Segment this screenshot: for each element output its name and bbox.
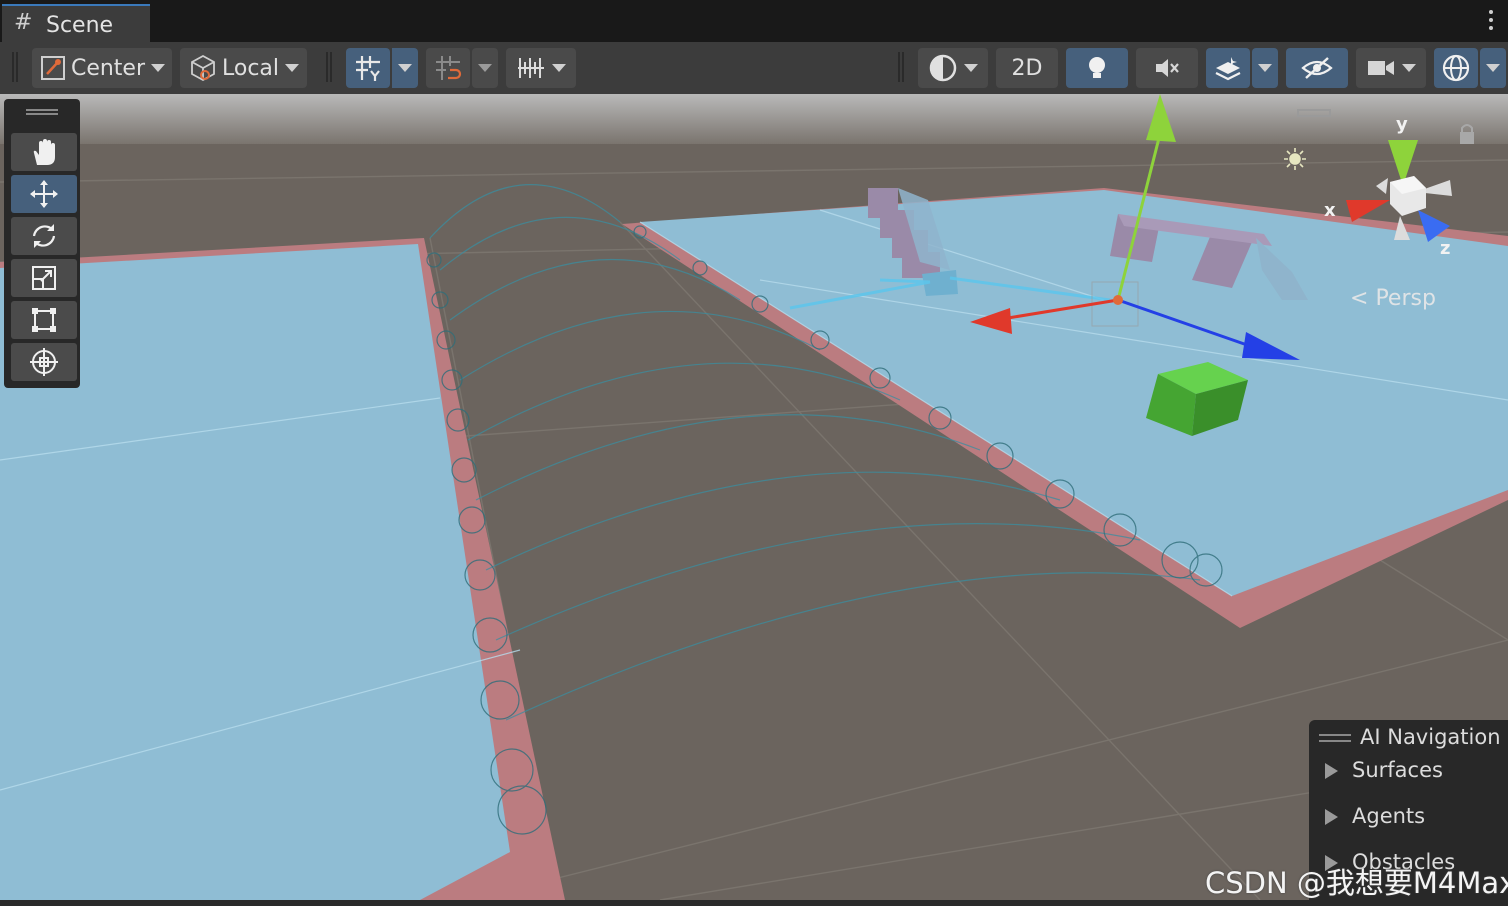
expand-arrow-icon [1325, 809, 1338, 825]
grid-snap-icon [436, 56, 462, 80]
shading-sphere-icon [929, 54, 957, 82]
gizmo-globe-icon [1442, 54, 1470, 82]
increment-snap-icon [518, 58, 544, 78]
ai-navigation-item-label: Surfaces [1352, 758, 1443, 782]
pivot-rotation-dropdown[interactable]: Local [180, 48, 307, 88]
grid-hash-icon: # [14, 10, 33, 35]
chevron-down-icon [478, 64, 492, 72]
tab-bar: # Scene [0, 0, 1508, 42]
grid-options-dropdown[interactable] [392, 48, 418, 88]
lock-icon[interactable] [1460, 124, 1474, 144]
grid-y-icon [356, 56, 380, 81]
scene-visibility-button[interactable] [1286, 48, 1348, 88]
grid-snapping-button[interactable] [426, 48, 470, 88]
overlay-drag-handle[interactable] [1319, 734, 1351, 742]
chevron-down-icon [285, 64, 300, 72]
toolbar-grip [898, 52, 904, 82]
pivot-mode-dropdown[interactable]: Center [32, 48, 172, 88]
pivot-mode-label: Center [70, 55, 146, 81]
scale-icon [32, 266, 56, 290]
tools-overlay [4, 99, 80, 388]
scene-render [0, 94, 1508, 900]
scene-viewport[interactable] [0, 94, 1508, 900]
gizmos-dropdown[interactable] [1480, 48, 1506, 88]
toggle-2d-label: 2D [1011, 55, 1043, 81]
toolbar-grip [12, 52, 18, 82]
rotate-tool-button[interactable] [11, 217, 77, 255]
draw-mode-dropdown[interactable] [918, 48, 988, 88]
local-cube-icon [191, 54, 215, 82]
scene-lighting-button[interactable] [1066, 48, 1128, 88]
grid-snapping-dropdown[interactable] [472, 48, 498, 88]
scene-audio-button[interactable] [1136, 48, 1198, 88]
chevron-down-icon [151, 64, 166, 72]
rect-tool-button[interactable] [11, 301, 77, 339]
increment-snap-dropdown[interactable] [506, 48, 576, 88]
gizmo-axis-x-label[interactable]: x [1324, 200, 1336, 221]
gizmo-axis-y-label[interactable]: y [1396, 114, 1408, 135]
chevron-down-icon [398, 64, 412, 72]
lightbulb-icon [1089, 57, 1105, 78]
overlay-drag-handle[interactable] [26, 109, 58, 115]
toolbar-grip [326, 52, 332, 82]
move-tool-button[interactable] [11, 175, 77, 213]
perspective-chevron-icon: < [1350, 286, 1376, 311]
watermark-text: CSDN @我想要M4Max [1205, 866, 1508, 900]
ai-navigation-item-surfaces[interactable]: Surfaces [1325, 758, 1443, 782]
pivot-rotation-label: Local [221, 55, 280, 81]
chevron-down-icon [1402, 64, 1416, 72]
move-arrows-icon [30, 180, 58, 208]
scene-effects-button[interactable] [1206, 48, 1250, 88]
projection-label: Persp [1375, 286, 1436, 311]
video-camera-icon [1368, 61, 1394, 75]
expand-arrow-icon [1325, 763, 1338, 779]
ai-navigation-item-agents[interactable]: Agents [1325, 804, 1425, 828]
chevron-down-icon [1486, 64, 1500, 72]
tab-scene-label: Scene [46, 13, 114, 38]
effects-layers-icon [1215, 57, 1241, 81]
transform-tool-button[interactable] [11, 343, 77, 381]
scale-tool-button[interactable] [11, 259, 77, 297]
view-tool-button[interactable] [11, 133, 77, 171]
tab-scene[interactable]: # Scene [2, 4, 150, 42]
scene-toolbar: Center Local 2D [0, 42, 1508, 94]
ai-navigation-title: AI Navigation [1360, 725, 1501, 749]
more-options-icon[interactable] [1484, 8, 1498, 34]
scene-camera-dropdown[interactable] [1356, 48, 1426, 88]
projection-toggle[interactable]: < Persp [1350, 286, 1436, 311]
rect-transform-icon [32, 308, 56, 332]
toggle-2d-button[interactable]: 2D [996, 48, 1058, 88]
pivot-center-icon [40, 56, 65, 80]
transform-all-icon [30, 348, 58, 376]
scene-effects-dropdown[interactable] [1252, 48, 1278, 88]
chevron-down-icon [1258, 64, 1272, 72]
grid-visibility-button[interactable] [346, 48, 390, 88]
rotate-icon [32, 224, 56, 248]
chevron-down-icon [552, 64, 566, 72]
gizmo-axis-z-label[interactable]: z [1440, 238, 1450, 259]
gizmos-button[interactable] [1434, 48, 1478, 88]
hidden-eye-icon [1301, 57, 1333, 79]
ai-navigation-item-label: Agents [1352, 804, 1426, 828]
audio-muted-icon [1156, 59, 1179, 77]
chevron-down-icon [964, 64, 978, 72]
hand-icon [33, 139, 55, 165]
